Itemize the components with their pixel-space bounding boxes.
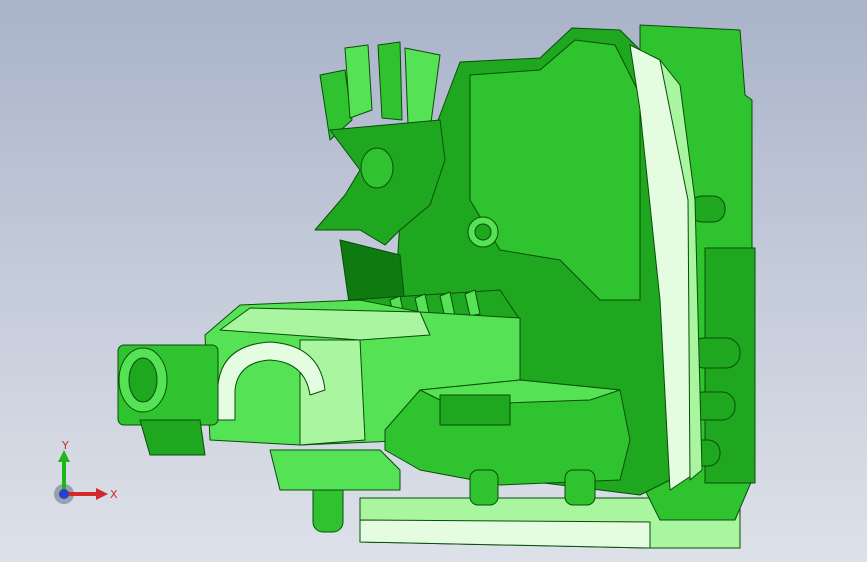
x-axis-head: [96, 488, 108, 500]
3d-model-part[interactable]: [0, 0, 867, 562]
mount-post-2: [469, 469, 499, 506]
clip-finger-4: [404, 47, 441, 131]
base-plate-front: [359, 519, 651, 549]
boss-hole-inner: [474, 223, 492, 241]
orientation-triad: Y X: [54, 440, 118, 504]
y-axis-label: Y: [61, 440, 69, 452]
round-connector-bore: [128, 357, 158, 403]
clip-finger-2: [344, 44, 373, 119]
lower-tab: [269, 449, 401, 491]
lower-connector-slot: [439, 394, 511, 426]
mount-post-3: [564, 469, 596, 506]
z-axis-dot: [59, 489, 69, 499]
x-axis-label: X: [110, 488, 118, 501]
connector-latch: [139, 419, 206, 456]
cad-viewport[interactable]: Y X: [0, 0, 867, 562]
clip-finger-3: [377, 41, 403, 121]
clip-eye: [360, 147, 394, 189]
